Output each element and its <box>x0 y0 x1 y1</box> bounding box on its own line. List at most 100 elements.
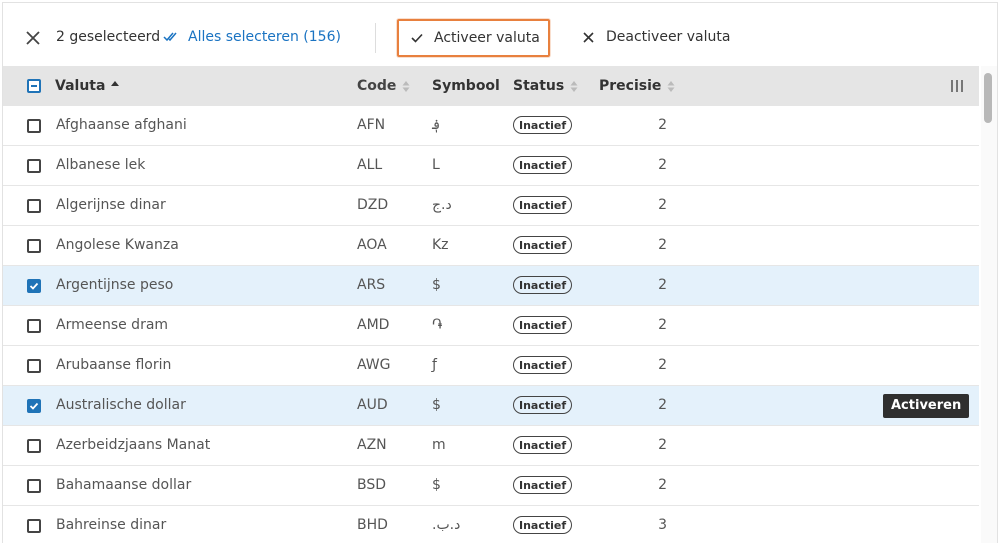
sort-asc-icon <box>111 81 120 86</box>
currency-name: Albanese lek <box>56 157 146 173</box>
header-name[interactable]: Valuta <box>55 78 120 94</box>
selected-count: 2 geselecteerd <box>56 29 161 45</box>
toolbar-divider <box>375 23 376 53</box>
currency-symbol: m <box>432 437 446 453</box>
activate-tooltip: Activeren <box>883 394 970 418</box>
row-checkbox[interactable] <box>27 119 41 133</box>
activate-currency-label: Activeer valuta <box>434 30 540 46</box>
row-checkbox[interactable] <box>27 479 41 493</box>
row-checkbox[interactable] <box>27 519 41 533</box>
select-all-label: Alles selecteren (156) <box>188 29 341 45</box>
select-all-checkbox[interactable] <box>27 79 41 93</box>
status-badge: Inactief <box>513 276 573 294</box>
status-badge: Inactief <box>513 476 573 494</box>
close-icon <box>583 31 594 43</box>
currency-name: Azerbeidzjaans Manat <box>56 437 211 453</box>
currency-symbol: ֏ <box>432 317 443 333</box>
currency-precision: 2 <box>658 277 667 293</box>
row-checkbox[interactable] <box>27 159 41 173</box>
table-row[interactable]: Armeense dram AMD ֏ Inactief 2 <box>3 306 979 346</box>
currency-precision: 2 <box>658 117 667 133</box>
header-precision[interactable]: Precisie <box>599 78 675 94</box>
currency-name: Bahamaanse dollar <box>56 477 192 493</box>
currency-precision: 2 <box>658 477 667 493</box>
currency-name: Arubaanse florin <box>56 357 172 373</box>
table-row[interactable]: Arubaanse florin AWG ƒ Inactief 2 <box>3 346 979 386</box>
row-checkbox[interactable] <box>27 359 41 373</box>
double-check-icon <box>163 32 177 42</box>
status-badge: Inactief <box>513 236 573 254</box>
header-name-label: Valuta <box>55 78 106 94</box>
currency-code: ARS <box>357 277 386 293</box>
scrollbar-track[interactable] <box>981 66 997 543</box>
table-body: Afghaanse afghani AFN ؋ Inactief 2 Albanese l… <box>3 106 979 543</box>
currency-code: AOA <box>357 237 387 253</box>
currency-symbol: .د.ب <box>432 517 461 533</box>
status-badge: Inactief <box>513 196 573 214</box>
table-row[interactable]: Argentijnse peso ARS $ Inactief 2 <box>3 266 979 306</box>
row-checkbox[interactable] <box>27 319 41 333</box>
clear-selection-icon[interactable] <box>25 30 41 46</box>
currency-name: Afghaanse afghani <box>56 117 187 133</box>
currency-code: BHD <box>357 517 388 533</box>
checkmark-icon <box>29 402 39 410</box>
currency-precision: 2 <box>658 437 667 453</box>
checkmark-icon <box>29 282 39 290</box>
currency-symbol: $ <box>432 277 441 293</box>
row-checkbox[interactable] <box>27 199 41 213</box>
table-row[interactable]: Angolese Kwanza AOA Kz Inactief 2 <box>3 226 979 266</box>
table-row[interactable]: Afghaanse afghani AFN ؋ Inactief 2 <box>3 106 979 146</box>
bulk-action-toolbar: 2 geselecteerd Alles selecteren (156) Ac… <box>3 3 997 68</box>
table-row[interactable]: Albanese lek ALL L Inactief 2 <box>3 146 979 186</box>
table-row[interactable]: Bahreinse dinar BHD .د.ب Inactief 3 <box>3 506 979 543</box>
currency-symbol: $ <box>432 477 441 493</box>
currency-code: ALL <box>357 157 383 173</box>
header-code-label: Code <box>357 78 397 94</box>
currency-code: DZD <box>357 197 389 213</box>
sort-icon <box>667 80 675 92</box>
row-checkbox[interactable] <box>27 239 41 253</box>
currency-symbol: $ <box>432 397 441 413</box>
currency-name: Bahreinse dinar <box>56 517 167 533</box>
scrollbar-thumb[interactable] <box>984 73 992 123</box>
currency-name: Algerijnse dinar <box>56 197 166 213</box>
header-symbol-label: Symbool <box>432 78 500 94</box>
currency-name: Angolese Kwanza <box>56 237 179 253</box>
currency-name: Armeense dram <box>56 317 169 333</box>
header-code[interactable]: Code <box>357 78 410 94</box>
status-badge: Inactief <box>513 516 573 534</box>
row-checkbox[interactable] <box>27 279 41 293</box>
status-badge: Inactief <box>513 396 573 414</box>
table-header: Valuta Code Symbool Status Precisie <box>3 66 979 106</box>
table-row[interactable]: Australische dollar AUD $ Inactief 2 Activere… <box>3 386 979 426</box>
header-symbol[interactable]: Symbool <box>432 78 500 94</box>
sort-icon <box>570 80 578 92</box>
status-badge: Inactief <box>513 316 573 334</box>
deactivate-currency-button[interactable]: Deactiveer valuta <box>583 29 730 45</box>
column-settings-icon[interactable] <box>951 80 963 92</box>
table-row[interactable]: Algerijnse dinar DZD د.ج Inactief 2 <box>3 186 979 226</box>
currency-symbol: L <box>432 157 440 173</box>
currency-name: Argentijnse peso <box>56 277 174 293</box>
currency-precision: 2 <box>658 397 667 413</box>
currency-code: AZN <box>357 437 387 453</box>
status-badge: Inactief <box>513 436 573 454</box>
currency-symbol: د.ج <box>432 197 452 213</box>
row-checkbox[interactable] <box>27 439 41 453</box>
table-row[interactable]: Azerbeidzjaans Manat AZN m Inactief 2 <box>3 426 979 466</box>
select-all-link[interactable]: Alles selecteren (156) <box>163 29 341 45</box>
currency-code: AFN <box>357 117 386 133</box>
currency-precision: 2 <box>658 197 667 213</box>
table-row[interactable]: Bahamaanse dollar BSD $ Inactief 2 <box>3 466 979 506</box>
deactivate-currency-label: Deactiveer valuta <box>606 29 731 45</box>
status-badge: Inactief <box>513 116 573 134</box>
currency-precision: 2 <box>658 237 667 253</box>
currency-precision: 2 <box>658 357 667 373</box>
currency-symbol: ؋ <box>432 117 441 133</box>
header-status[interactable]: Status <box>513 78 578 94</box>
currency-panel: 2 geselecteerd Alles selecteren (156) Ac… <box>2 2 998 543</box>
currency-code: BSD <box>357 477 387 493</box>
header-status-label: Status <box>513 78 565 94</box>
row-checkbox[interactable] <box>27 399 41 413</box>
activate-currency-button[interactable]: Activeer valuta <box>397 19 550 57</box>
